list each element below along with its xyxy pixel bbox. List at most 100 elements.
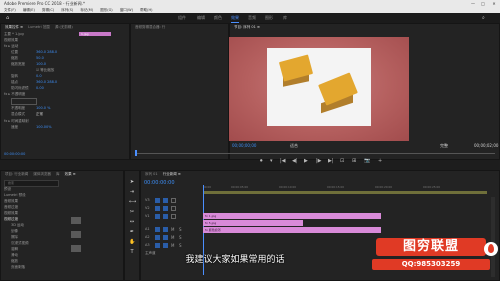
slip-icon[interactable]: ↔ bbox=[129, 219, 135, 225]
tab-project[interactable]: 项目: 行业新闻 bbox=[5, 172, 28, 176]
track-header-v2[interactable]: V2 bbox=[145, 206, 150, 210]
effect-folder[interactable]: Lumetri 预设 bbox=[4, 193, 26, 198]
sync-icon[interactable] bbox=[163, 214, 168, 219]
search-icon[interactable]: ⌕ bbox=[482, 15, 485, 21]
effects-timecode[interactable]: 00:00:00:00 bbox=[4, 152, 25, 156]
track-header-v3[interactable]: V3 bbox=[145, 198, 150, 202]
menu-graphics[interactable]: 图形(G) bbox=[100, 8, 112, 12]
effect-folder[interactable]: 擦除 bbox=[11, 235, 18, 240]
maximize-button[interactable]: □ bbox=[478, 0, 488, 7]
track-select-icon[interactable]: ⇥ bbox=[129, 189, 135, 195]
scale-width-value[interactable]: 100.0 bbox=[36, 62, 46, 66]
tab-graphics[interactable]: 图形 bbox=[265, 15, 273, 21]
pen-icon[interactable]: ✒ bbox=[129, 229, 135, 235]
effect-row[interactable]: fx ▸ 不透明度 bbox=[4, 92, 25, 97]
marker-button[interactable]: ⏺ bbox=[260, 158, 263, 164]
tab-effects[interactable]: 效果 ≡ bbox=[65, 172, 76, 176]
effect-folder[interactable]: 沉浸式视频 bbox=[11, 241, 29, 246]
lift-button[interactable]: ⊡ bbox=[340, 158, 344, 164]
add-button[interactable]: + bbox=[378, 158, 382, 164]
work-area-bar[interactable] bbox=[203, 191, 487, 194]
clip-v2[interactable]: fx 5.jpg bbox=[203, 220, 303, 226]
ripple-edit-icon[interactable]: ⟷ bbox=[129, 199, 136, 205]
effect-row[interactable]: fx ▸ 运动 bbox=[4, 44, 18, 49]
menu-clip[interactable]: 剪辑(C) bbox=[42, 8, 54, 12]
quality-select[interactable]: 完整 bbox=[440, 143, 448, 149]
tab-program[interactable]: 节目: 序列 01 ≡ bbox=[234, 25, 260, 29]
tab-source[interactable]: 源:(无剪辑) bbox=[55, 25, 73, 29]
effect-folder[interactable]: 音频过渡 bbox=[4, 205, 18, 210]
razor-icon[interactable]: ✂ bbox=[129, 209, 135, 215]
antiflicker-value[interactable]: 0.00 bbox=[36, 86, 44, 90]
effect-row[interactable]: fx ▸ 时间重映射 bbox=[4, 119, 29, 124]
sync-icon[interactable] bbox=[163, 243, 168, 248]
menu-marker[interactable]: 标记(M) bbox=[80, 8, 93, 12]
blend-mode-select[interactable]: 正常 bbox=[36, 112, 43, 117]
program-timecode-left[interactable]: 00;00;00;00 bbox=[232, 143, 256, 148]
sync-icon[interactable] bbox=[163, 235, 168, 240]
camera-icon[interactable]: 📷 bbox=[364, 158, 370, 164]
mask-tools[interactable] bbox=[11, 98, 37, 105]
menu-window[interactable]: 窗口(W) bbox=[120, 8, 133, 12]
effects-search-input[interactable]: 搜索 bbox=[4, 180, 59, 187]
sync-icon[interactable] bbox=[163, 198, 168, 203]
close-button[interactable]: ✕ bbox=[489, 0, 499, 7]
menu-file[interactable]: 文件(F) bbox=[4, 8, 16, 12]
tab-assembly[interactable]: 组件 bbox=[178, 15, 186, 21]
type-icon[interactable]: T bbox=[129, 249, 135, 255]
anchor-value[interactable]: 360.0 288.0 bbox=[36, 80, 57, 84]
lock-icon[interactable] bbox=[155, 206, 160, 211]
clip-v1[interactable]: fx 颜色遮罩 bbox=[203, 227, 381, 233]
tab-media-browser[interactable]: 媒体浏览器 bbox=[33, 172, 51, 176]
sync-icon[interactable] bbox=[163, 206, 168, 211]
effect-folder[interactable]: 视频过渡 bbox=[4, 217, 18, 222]
extract-button[interactable]: ⊞ bbox=[352, 158, 356, 164]
uniform-scale-checkbox[interactable]: ☑ 等比缩放 bbox=[36, 68, 54, 73]
track-header-a2[interactable]: A2 bbox=[145, 235, 150, 239]
track-header-a3[interactable]: A3 bbox=[145, 243, 150, 247]
scale-value[interactable]: 50.0 bbox=[36, 56, 44, 60]
eye-icon[interactable] bbox=[171, 206, 176, 211]
tab-lumetri-scopes[interactable]: Lumetri 范围 bbox=[28, 25, 50, 29]
tab-sequence-01[interactable]: 序列 01 bbox=[145, 172, 158, 176]
step-back-button[interactable]: ◀| bbox=[292, 158, 298, 164]
opacity-value[interactable]: 100.0 % bbox=[36, 106, 50, 110]
solo-icon[interactable]: S bbox=[179, 227, 182, 232]
eye-icon[interactable] bbox=[171, 198, 176, 203]
mute-icon[interactable]: M bbox=[171, 235, 174, 240]
tab-libraries[interactable]: 库 bbox=[283, 15, 287, 21]
fit-select[interactable]: 适合 bbox=[290, 143, 298, 149]
scrubber-track[interactable] bbox=[135, 153, 495, 154]
effect-folder[interactable]: 滑动 bbox=[11, 253, 18, 258]
track-header-a1[interactable]: A1 bbox=[145, 227, 150, 231]
lock-icon[interactable] bbox=[155, 214, 160, 219]
tab-audio[interactable]: 音频 bbox=[248, 15, 256, 21]
playhead[interactable] bbox=[135, 150, 137, 156]
position-value[interactable]: 360.0 288.0 bbox=[36, 50, 57, 54]
effect-folder[interactable]: 预设 bbox=[4, 187, 11, 192]
effect-folder[interactable]: 音频效果 bbox=[4, 199, 18, 204]
step-forward-button[interactable]: |▶ bbox=[316, 158, 322, 164]
solo-icon[interactable]: S bbox=[179, 243, 182, 248]
in-button[interactable]: ▾ bbox=[270, 158, 273, 164]
tab-sequence-active[interactable]: 行业新闻 ≡ bbox=[163, 172, 181, 176]
lock-icon[interactable] bbox=[155, 198, 160, 203]
lock-icon[interactable] bbox=[155, 243, 160, 248]
speed-value[interactable]: 100.00% bbox=[36, 125, 52, 129]
hand-icon[interactable]: ✋ bbox=[129, 239, 135, 245]
selection-tool-icon[interactable]: ➤ bbox=[129, 179, 135, 185]
lock-icon[interactable] bbox=[155, 235, 160, 240]
tab-audio-mixer[interactable]: 音频剪辑混合器: 行 bbox=[135, 25, 165, 29]
goto-out-button[interactable]: ▶| bbox=[328, 158, 334, 164]
menu-help[interactable]: 帮助(H) bbox=[140, 8, 152, 12]
home-icon[interactable]: ⌂ bbox=[6, 15, 9, 21]
play-button[interactable]: ▶ bbox=[304, 158, 308, 164]
mute-icon[interactable]: M bbox=[171, 243, 174, 248]
rotation-value[interactable]: 0.0 bbox=[36, 74, 42, 78]
time-ruler[interactable]: 00:00 00:00:05:00 00:00:10:00 00:00:15:0… bbox=[203, 185, 493, 189]
solo-icon[interactable]: S bbox=[179, 235, 182, 240]
timeline-timecode[interactable]: 00:00:00:00 bbox=[144, 180, 175, 186]
effect-folder[interactable]: 缩放 bbox=[11, 259, 18, 264]
tab-color[interactable]: 颜色 bbox=[214, 15, 222, 21]
sync-icon[interactable] bbox=[163, 227, 168, 232]
